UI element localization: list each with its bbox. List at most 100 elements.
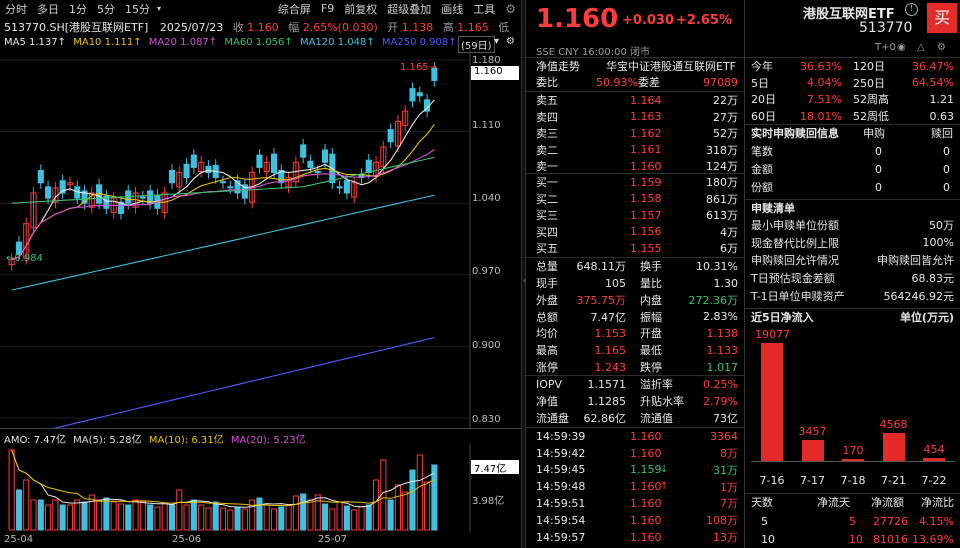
iopv-cell: 62.86亿 [583, 411, 627, 425]
iopv-cell: IOPV [536, 377, 563, 391]
inflow-value-label: 454 [923, 443, 945, 457]
volume-bar [409, 469, 416, 531]
volume-bar [30, 499, 37, 531]
volume-bar [373, 479, 380, 531]
tick-volume: 7万 [720, 497, 738, 511]
close-label: 收 [232, 21, 244, 34]
list-value: 100% [922, 236, 954, 250]
kline-chart-pane[interactable]: 分时 多日 1分 5分 15分 ▾ 综合屏 F9 前复权 超级叠加 画线 工具 … [0, 0, 521, 548]
tab-composite[interactable]: 综合屏 [273, 1, 316, 17]
volume-chart[interactable] [0, 444, 521, 532]
volume-bar [176, 489, 183, 531]
performance-cell: 1.21 [929, 92, 955, 106]
candle-body [416, 92, 423, 97]
volume-bar [292, 495, 299, 531]
info-icon[interactable]: ! [905, 3, 918, 16]
inflow-bar [882, 432, 905, 461]
volume-bar [45, 504, 52, 531]
change-label: 幅 [288, 21, 300, 34]
flow-table-cell: 27726 [873, 514, 908, 528]
volume-bar [183, 504, 190, 531]
volume-mid-tick: 3.98亿 [472, 496, 505, 507]
list-row: T-1日单位申赎资产 564246.92元 [745, 287, 960, 304]
tab-adjust[interactable]: 前复权 [339, 1, 382, 17]
tab-tools[interactable]: 工具 [468, 1, 500, 17]
flow-col-header: 净流比 [921, 496, 954, 510]
inflow-value-label: 19077 [755, 328, 790, 341]
tab-15min[interactable]: 15分 [120, 1, 155, 17]
asks-price: 1.163 [630, 110, 662, 124]
asks-level-label: 卖三 [536, 127, 558, 141]
low-label: 低 [498, 21, 510, 34]
inflow-baseline [751, 461, 955, 462]
flow-unit: 单位(万元) [899, 311, 954, 325]
weicha-label: 委差 [638, 76, 660, 90]
volume-bar [161, 503, 168, 531]
inflow-value-label: 3457 [798, 424, 827, 438]
bids-price: 1.159 [630, 175, 662, 189]
performance-row: 20日 7.51% 52周高 1.21 [745, 91, 960, 108]
chevron-down-icon[interactable]: ▾ [494, 36, 499, 47]
flow-table-header: 天数 净流天 净流额 净流比 [745, 494, 960, 511]
realtime-cell: 份额 [751, 181, 773, 195]
performance-cell: 20日 [751, 93, 776, 107]
flow-table-cell: 5 [849, 514, 856, 528]
tab-overlay[interactable]: 超级叠加 [382, 1, 436, 17]
gear-icon[interactable]: ⚙ [500, 2, 521, 16]
tab-fenshi[interactable]: 分时 [0, 1, 32, 17]
eye-icon[interactable]: ◉ [897, 42, 906, 53]
tick-time: 14:59:42 [536, 446, 586, 460]
settings-icon[interactable]: ⚙ [937, 42, 946, 53]
volume-bar [103, 497, 110, 531]
list-header: 申赎清单 [745, 200, 960, 217]
tick-volume: 13万 [713, 531, 738, 545]
tick-volume: 8万 [720, 447, 738, 461]
bids-volume: 6万 [720, 242, 738, 256]
stats-cell: 10.31% [696, 259, 738, 273]
volume-bar [314, 494, 321, 531]
candle-body [365, 159, 372, 174]
bids-level-label: 买二 [536, 192, 558, 206]
nav-row[interactable]: 净值走势 华宝中证港股通互联网ETF [526, 58, 744, 75]
realtime-cell: 金额 [751, 163, 773, 177]
inflow-value-label: 170 [842, 444, 864, 457]
asks-price: 1.161 [630, 143, 662, 157]
tick-price: 1.160 [630, 513, 662, 527]
candle-body [314, 170, 321, 174]
volume-tag: 7.47亿 [471, 460, 519, 475]
inflow-bar [801, 439, 824, 461]
settings-icon[interactable]: ⚙ [506, 36, 515, 47]
buy-button[interactable]: 买 [927, 3, 957, 33]
stats-cell: 换手 [640, 260, 662, 274]
y-tick-0830: 0.830 [472, 414, 501, 425]
tab-f9[interactable]: F9 [316, 2, 339, 15]
bids-level-label: 买一 [536, 176, 558, 190]
list-label: 申购赎回允许情况 [751, 254, 839, 268]
iopv-cell: 流通值 [640, 411, 673, 425]
tab-multi-day[interactable]: 多日 [32, 1, 64, 17]
stats-row: 均价 1.153 开盘 1.138 [526, 325, 744, 342]
tick-volume: 108万 [706, 514, 738, 528]
tab-1min[interactable]: 1分 [64, 1, 92, 17]
price-change-pct: +2.65% [676, 13, 732, 28]
warning-icon[interactable]: △ [917, 42, 925, 53]
flow-table-row: 5 5 27726 4.15% [745, 513, 960, 530]
tab-draw[interactable]: 画线 [436, 1, 468, 17]
volume-bar [74, 499, 81, 531]
volume-bar [307, 499, 314, 531]
performance-cell: 52周低 [853, 110, 889, 124]
candle-body [168, 169, 176, 184]
tick-row: 14:59:57 1.160 13万 [526, 529, 744, 546]
bids-volume: 613万 [706, 209, 738, 223]
tick-volume: 3364 [710, 429, 738, 443]
list-row: 申购赎回允许情况 申购赎回皆允许 [745, 252, 960, 269]
chevron-down-icon[interactable]: ▾ [155, 4, 163, 13]
volume-bar [241, 508, 248, 531]
candle-body [139, 196, 146, 199]
candlestick-chart[interactable] [0, 50, 521, 428]
stats-row: 涨停 1.243 跌停 1.017 [526, 359, 744, 376]
flow-table-cell: 13.69% [912, 532, 954, 546]
performance-row: 今年 36.63% 120日 36.47% [745, 58, 960, 75]
tab-5min[interactable]: 5分 [92, 1, 120, 17]
volume-bar [96, 499, 103, 531]
